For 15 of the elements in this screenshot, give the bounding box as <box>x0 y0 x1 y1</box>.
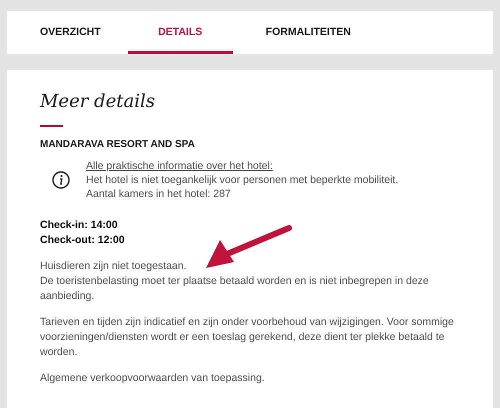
tab[interactable]: DETAILS <box>128 11 233 54</box>
paragraph: De toeristenbelasting moet ter plaatse betaald worden en is niet inbegrepen in deze aanbieding. <box>40 274 430 304</box>
paragraph: Tarieven en tijden zijn indicatief en zijn onder voorbehoud van wijzigingen. Voor sommige voorzieningen/diensten wordt er een toeslag gerekend, deze dient ter plekke betaald te worden. <box>40 315 455 360</box>
section-title: Meer details <box>40 91 156 112</box>
tab[interactable]: FORMALITEITEN <box>266 11 351 54</box>
hotel-name: MANDARAVA RESORT AND SPA <box>40 139 196 150</box>
info-link[interactable]: Alle praktische informatie over het hotel: <box>86 159 398 173</box>
info-text: Het hotel is niet toegankelijk voor personen met beperkte mobiliteit. <box>86 173 398 187</box>
paragraph: Algemene verkoopvoorwaarden van toepassing. <box>40 371 266 386</box>
info-icon <box>52 171 70 189</box>
paragraph: Huisdieren zijn niet toegestaan. <box>40 259 188 274</box>
info-text: Aantal kamers in het hotel: 287 <box>86 187 232 201</box>
tab[interactable]: OVERZICHT <box>40 11 101 54</box>
time-text: Check-in: 14:00 <box>40 218 119 233</box>
time-text: Check-out: 12:00 <box>40 233 126 248</box>
